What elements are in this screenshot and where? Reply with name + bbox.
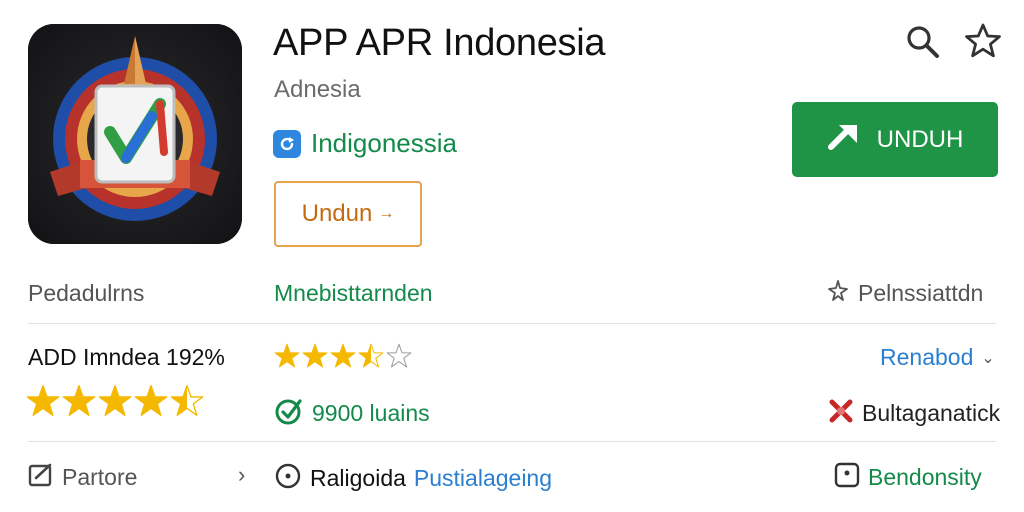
rating-star [386, 343, 412, 368]
row3-left-label: Partore [62, 464, 138, 490]
badge-label: Bultaganatick [862, 400, 1001, 426]
rating-star [330, 343, 356, 368]
row3-right-label: Bendonsity [868, 464, 982, 490]
rating-star [62, 385, 96, 416]
rating-label: ADD Imndea 192% [28, 344, 225, 370]
category-label: Indigonessia [311, 128, 457, 158]
secondary-download-label: Undun [301, 200, 373, 227]
star-outline-icon[interactable] [964, 22, 1002, 60]
sparkle-icon [826, 279, 850, 308]
info-label-left: Pedadulrns [28, 280, 145, 306]
edit-box-icon [28, 462, 54, 493]
rating-star [26, 385, 60, 416]
row3-left-item[interactable]: Partore [28, 462, 137, 493]
rating-stars [26, 384, 204, 418]
info-label-right: Pelnssiattdn [858, 280, 984, 306]
app-icon [28, 24, 242, 244]
category-tag[interactable]: Indigonessia [273, 128, 457, 159]
clock-icon [274, 462, 302, 495]
row3-right-item[interactable]: Bendonsity [834, 462, 982, 493]
divider [28, 441, 996, 442]
rating-star [302, 343, 328, 368]
info-label-center[interactable]: Mnebisttarnden [274, 280, 433, 307]
rating-star [134, 385, 168, 416]
row3-center-label-b: Pustialageing [413, 465, 553, 491]
arrow-right-icon: → [378, 205, 395, 222]
dropdown-label: Renabod [880, 344, 974, 370]
center-rating-stars [274, 343, 412, 369]
rating-star [170, 385, 204, 416]
red-cross-icon [828, 398, 854, 429]
downloads-item: 9900 luains [274, 396, 430, 431]
info-item-right[interactable]: Pelnssiattdn [826, 279, 983, 308]
chevron-right-icon[interactable]: › [238, 462, 245, 488]
check-circle-icon [274, 396, 304, 431]
install-label: UNDUH [876, 125, 964, 153]
install-button[interactable]: UNDUH [792, 102, 998, 177]
square-dot-icon [834, 462, 860, 493]
divider [28, 323, 996, 324]
app-logo-emblem [28, 24, 242, 244]
search-icon[interactable] [905, 24, 941, 60]
rating-star [358, 343, 384, 368]
row3-center-label-a: Raligoida [310, 465, 406, 491]
downloads-label: 9900 luains [312, 400, 430, 426]
chevron-down-icon: ⌄ [981, 349, 995, 367]
row3-center-item[interactable]: Raligoida Pustialageing [274, 462, 552, 495]
refresh-badge-icon [273, 129, 301, 158]
download-arrow-icon [827, 121, 863, 158]
app-title: APP APR Indonesia [273, 22, 606, 64]
rating-star [274, 343, 300, 368]
developer-name[interactable]: Adnesia [274, 76, 361, 104]
badge-item: Bultaganatick [828, 398, 1000, 429]
rename-dropdown[interactable]: Renabod ⌄ [880, 344, 995, 371]
rating-star [98, 385, 132, 416]
secondary-download-button[interactable]: Undun → [274, 181, 422, 247]
